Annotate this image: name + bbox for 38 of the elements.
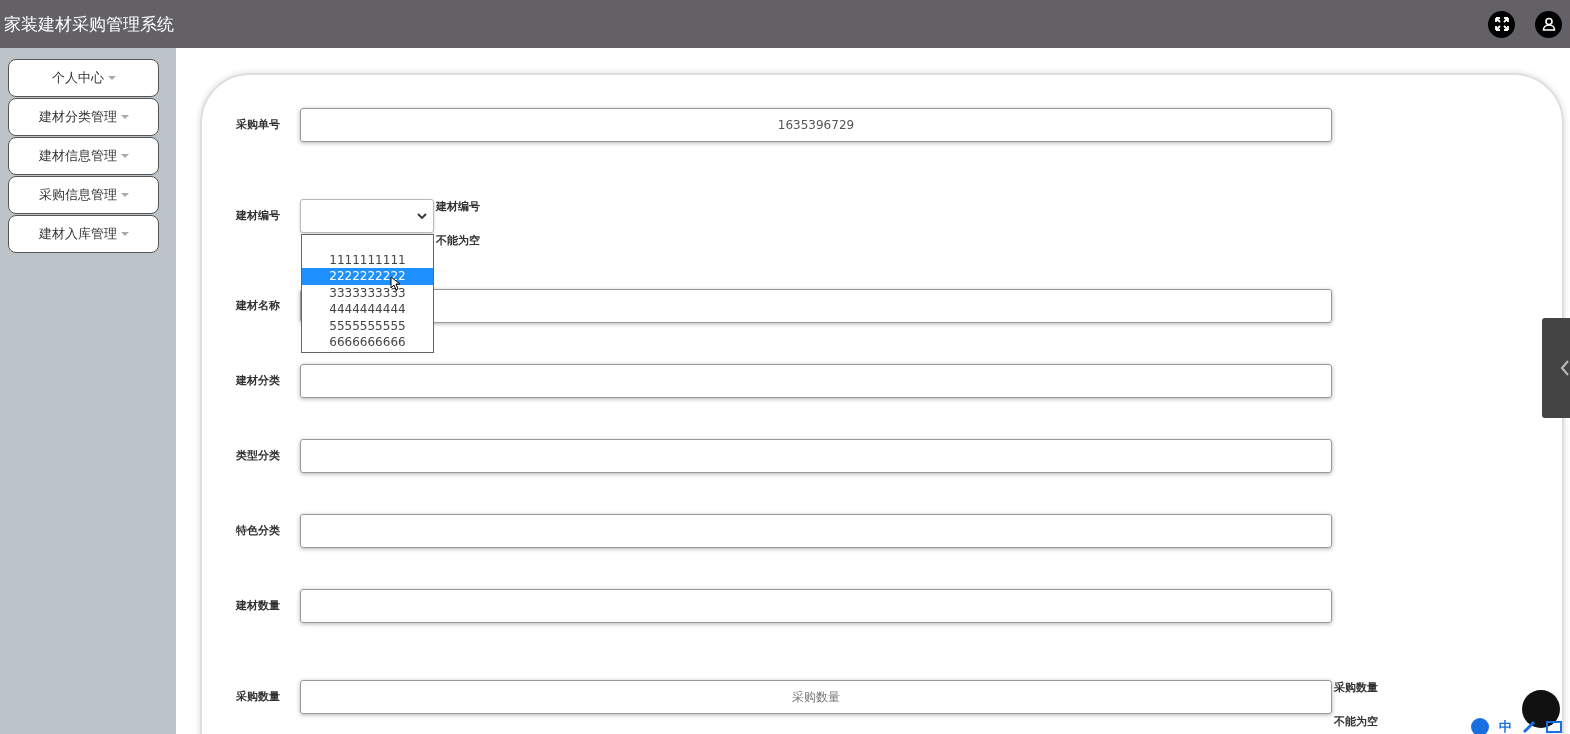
field-label: 建材名称 bbox=[236, 298, 281, 314]
dropdown-option[interactable]: 4444444444 bbox=[302, 301, 433, 318]
app-title: 家装建材采购管理系统 bbox=[4, 12, 174, 36]
user-icon[interactable] bbox=[1535, 10, 1562, 38]
menu-item[interactable]: 采购信息管理 bbox=[8, 176, 159, 214]
input-field[interactable]: 1635396729 bbox=[300, 108, 1332, 142]
validation-hint: 建材编号 bbox=[436, 200, 480, 214]
menu-item[interactable]: 建材信息管理 bbox=[8, 137, 159, 175]
input-field[interactable] bbox=[300, 289, 1332, 323]
field-label: 建材编号 bbox=[236, 208, 281, 224]
input-field[interactable] bbox=[300, 439, 1332, 473]
menu-item[interactable]: 建材分类管理 bbox=[8, 98, 159, 136]
chevron-left-icon[interactable] bbox=[1560, 360, 1570, 376]
menu-item[interactable]: 建材入库管理 bbox=[8, 215, 159, 253]
field-label: 采购数量 bbox=[236, 689, 281, 705]
dropdown-option[interactable]: 1111111111 bbox=[302, 251, 433, 268]
fullscreen-icon[interactable] bbox=[1488, 10, 1515, 38]
select-field[interactable] bbox=[300, 199, 434, 233]
input-field[interactable] bbox=[300, 589, 1332, 623]
dropdown-option[interactable]: 5555555555 bbox=[302, 317, 433, 334]
back-to-top-button[interactable] bbox=[1522, 690, 1560, 728]
field-label: 采购单号 bbox=[236, 117, 281, 133]
validation-hint: 采购数量 bbox=[1334, 681, 1378, 695]
dropdown-option[interactable]: 3333333333 bbox=[302, 284, 433, 301]
field-label: 建材分类 bbox=[236, 373, 281, 389]
validation-hint: 不能为空 bbox=[436, 234, 480, 248]
menu-item[interactable]: 个人中心 bbox=[8, 59, 159, 97]
validation-hint: 不能为空 bbox=[1334, 715, 1378, 729]
ime-logo-icon bbox=[1471, 718, 1489, 734]
dropdown-option[interactable]: 6666666666 bbox=[302, 334, 433, 351]
ime-mode[interactable]: 中 bbox=[1499, 718, 1512, 734]
input-field[interactable] bbox=[300, 514, 1332, 548]
input-field[interactable]: 采购数量 bbox=[300, 680, 1332, 714]
field-label: 建材数量 bbox=[236, 598, 281, 614]
field-label: 类型分类 bbox=[236, 448, 281, 464]
chevron-icon bbox=[417, 212, 427, 220]
input-field[interactable] bbox=[300, 364, 1332, 398]
field-label: 特色分类 bbox=[236, 523, 281, 539]
